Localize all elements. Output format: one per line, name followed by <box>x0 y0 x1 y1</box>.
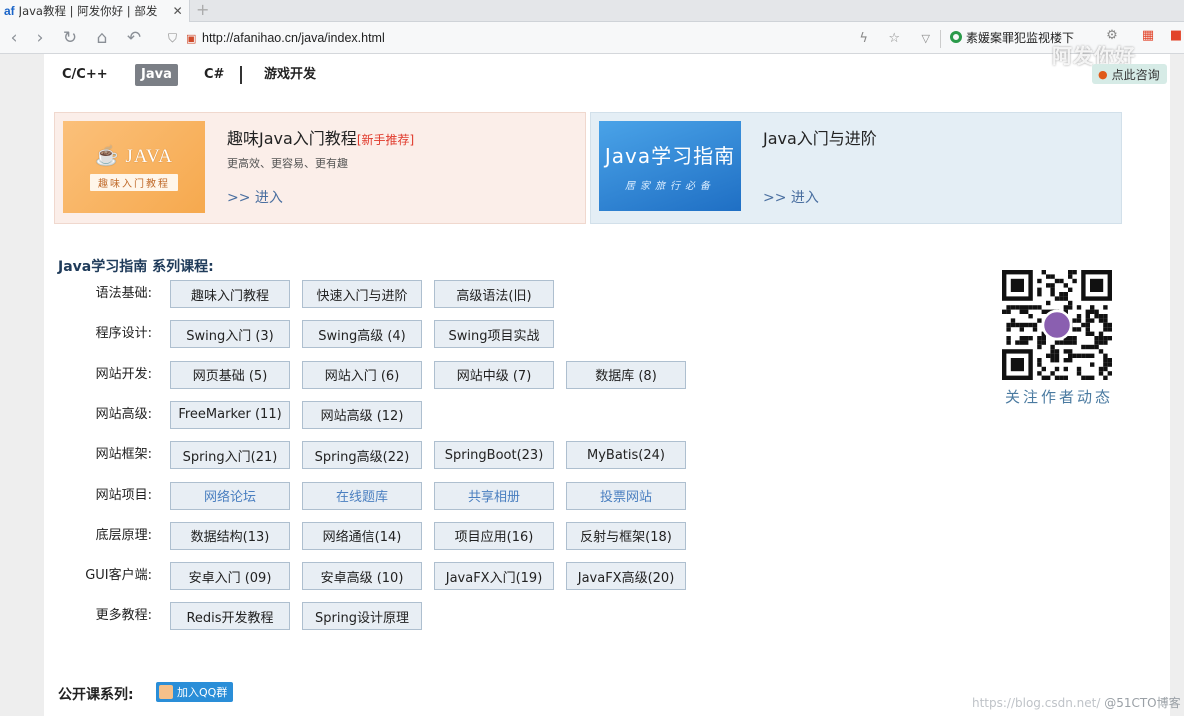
course-button[interactable]: 共享相册 <box>434 481 554 510</box>
site-nav: C/C++ Java C# 游戏开发 阿发你好 ● 点此咨询 <box>44 44 1170 100</box>
course-button[interactable]: FreeMarker (11) <box>170 400 290 429</box>
person-icon: ● <box>1098 67 1108 81</box>
course-button[interactable]: Swing高级 (4) <box>302 320 422 349</box>
course-button[interactable]: Swing项目实战 <box>434 320 554 349</box>
course-row-label: 网站高级: <box>95 406 152 422</box>
course-row-label: 网站开发: <box>95 366 152 382</box>
nav-cpp[interactable]: C/C++ <box>56 64 114 86</box>
nav-divider <box>240 66 242 84</box>
new-tab-icon[interactable]: + <box>196 2 210 18</box>
course-row-label: 网站框架: <box>95 447 152 463</box>
course-button[interactable]: Redis开发教程 <box>170 602 290 631</box>
banner-subtitle: 更高效、更容易、更有趣 <box>227 157 348 170</box>
course-button[interactable]: Spring设计原理 <box>302 602 422 631</box>
course-row-label: 程序设计: <box>95 326 152 342</box>
browser-tab-bar: af Java教程 | 阿发你好 | 部发 ✕ + <box>0 0 1184 22</box>
back-icon[interactable]: ‹ <box>4 28 24 48</box>
banner-title-text: 趣味Java入门教程 <box>227 129 357 148</box>
nav-java[interactable]: Java <box>135 64 178 86</box>
toolbar-divider <box>940 30 941 48</box>
thumbnail-tag: 居家旅行必备 <box>625 181 715 192</box>
app-grid-icon[interactable]: ▦ <box>1140 28 1156 44</box>
nav-csharp[interactable]: C# <box>198 64 230 86</box>
course-button[interactable]: 项目应用(16) <box>434 521 554 550</box>
nav-game-dev[interactable]: 游戏开发 <box>258 64 322 86</box>
course-button[interactable]: 数据库 (8) <box>566 360 686 389</box>
course-button[interactable]: 投票网站 <box>566 481 686 510</box>
browser-tab[interactable]: af Java教程 | 阿发你好 | 部发 ✕ <box>0 0 190 22</box>
course-row-label: 网站项目: <box>95 487 152 503</box>
course-row-label: 更多教程: <box>95 608 152 624</box>
forward-icon[interactable]: › <box>30 28 50 48</box>
course-row-label: 语法基础: <box>95 286 152 301</box>
banner-fun-java[interactable]: ☕ JAVA 趣味入门教程 趣味Java入门教程[新手推荐] 更高效、更容易、更… <box>54 112 586 224</box>
course-button[interactable]: 数据结构(13) <box>170 521 290 550</box>
page: C/C++ Java C# 游戏开发 阿发你好 ● 点此咨询 ☕ JAVA 趣味… <box>44 44 1170 716</box>
undo-icon[interactable]: ↶ <box>124 28 144 48</box>
course-button[interactable]: 在线题库 <box>302 481 422 510</box>
banner-thumbnail[interactable]: Java学习指南 居家旅行必备 <box>599 121 741 211</box>
address-url[interactable]: http://afanihao.cn/java/index.html <box>202 31 385 45</box>
watermark-credit: https://blog.csdn.net/ @51CTO博客 <box>972 694 1181 711</box>
course-button[interactable]: 安卓高级 (10) <box>302 562 422 591</box>
course-button[interactable]: Spring入门(21) <box>170 441 290 470</box>
course-button[interactable]: 网站高级 (12) <box>302 400 422 429</box>
course-row-label: GUI客户端: <box>85 568 152 584</box>
enter-link[interactable]: >> 进入 <box>763 187 819 207</box>
lock-icon: ▣ <box>186 31 197 45</box>
java-logo: ☕ JAVA <box>94 145 174 167</box>
course-section-title: Java学习指南 系列课程: <box>58 259 214 275</box>
course-button[interactable]: 网站入门 (6) <box>302 360 422 389</box>
course-button[interactable]: 高级语法(旧) <box>434 280 554 308</box>
course-button[interactable]: 网页基础 (5) <box>170 360 290 389</box>
address-bar[interactable]: ⛉ ▣ http://afanihao.cn/java/index.html ϟ… <box>168 27 938 49</box>
public-course-label: 公开课系列: <box>58 687 134 703</box>
course-button[interactable]: 网站中级 (7) <box>434 360 554 389</box>
course-row-label: 底层原理: <box>95 527 152 543</box>
qr-caption: 关注作者动态 <box>1004 388 1113 406</box>
course-button[interactable]: SpringBoot(23) <box>434 441 554 470</box>
menu-icon[interactable]: ■ <box>1168 28 1184 44</box>
shield-icon: ⛉ <box>168 30 178 45</box>
chevron-down-icon[interactable]: ▽ <box>922 32 930 45</box>
consult-button[interactable]: ● 点此咨询 <box>1092 64 1167 84</box>
course-button[interactable]: MyBatis(24) <box>566 441 686 470</box>
search-engine-icon <box>950 31 962 43</box>
course-list: Java学习指南 系列课程: 语法基础: 趣味入门教程 快速入门与进阶 高级语法(旧)… <box>44 238 1170 660</box>
lightning-icon[interactable]: ϟ <box>859 31 868 46</box>
course-button[interactable]: 网络通信(14) <box>302 521 422 550</box>
course-button[interactable]: JavaFX入门(19) <box>434 562 554 591</box>
group-icon <box>159 685 173 699</box>
recommend-badge: [新手推荐] <box>356 133 415 147</box>
credit-url: https://blog.csdn.net/ <box>972 696 1101 710</box>
qr-code-image <box>1002 270 1112 380</box>
tab-title: Java教程 | 阿发你好 | 部发 <box>18 4 158 18</box>
guide-logo: Java学习指南 <box>604 144 736 168</box>
join-qq-group-button[interactable]: 加入QQ群 <box>156 682 234 702</box>
enter-link[interactable]: >> 进入 <box>227 187 283 207</box>
consult-label: 点此咨询 <box>1111 67 1160 82</box>
course-button[interactable]: Spring高级(22) <box>302 441 422 470</box>
course-button[interactable]: 安卓入门 (09) <box>170 562 290 591</box>
home-icon[interactable]: ⌂ <box>92 28 112 48</box>
course-button[interactable]: 趣味入门教程 <box>170 280 290 308</box>
banner-area: ☕ JAVA 趣味入门教程 趣味Java入门教程[新手推荐] 更高效、更容易、更… <box>44 100 1170 238</box>
join-qq-label: 加入QQ群 <box>177 686 228 699</box>
close-tab-icon[interactable]: ✕ <box>173 4 183 18</box>
star-icon[interactable]: ☆ <box>888 31 900 46</box>
banner-title[interactable]: 趣味Java入门教程[新手推荐] <box>227 125 414 149</box>
banner-java-advanced[interactable]: Java学习指南 居家旅行必备 Java入门与进阶 >> 进入 <box>590 112 1122 224</box>
banner-title[interactable]: Java入门与进阶 <box>763 125 877 149</box>
favicon-icon: af <box>4 4 15 18</box>
course-button[interactable]: 网络论坛 <box>170 481 290 510</box>
course-button[interactable]: JavaFX高级(20) <box>566 562 686 591</box>
course-button[interactable]: 反射与框架(18) <box>566 521 686 550</box>
course-button[interactable]: Swing入门 (3) <box>170 320 290 349</box>
thumbnail-tag: 趣味入门教程 <box>90 173 178 191</box>
banner-thumbnail[interactable]: ☕ JAVA 趣味入门教程 <box>63 121 205 213</box>
course-button[interactable]: 快速入门与进阶 <box>302 280 422 308</box>
credit-brand: @51CTO博客 <box>1104 696 1181 710</box>
refresh-icon[interactable]: ↻ <box>60 28 80 48</box>
